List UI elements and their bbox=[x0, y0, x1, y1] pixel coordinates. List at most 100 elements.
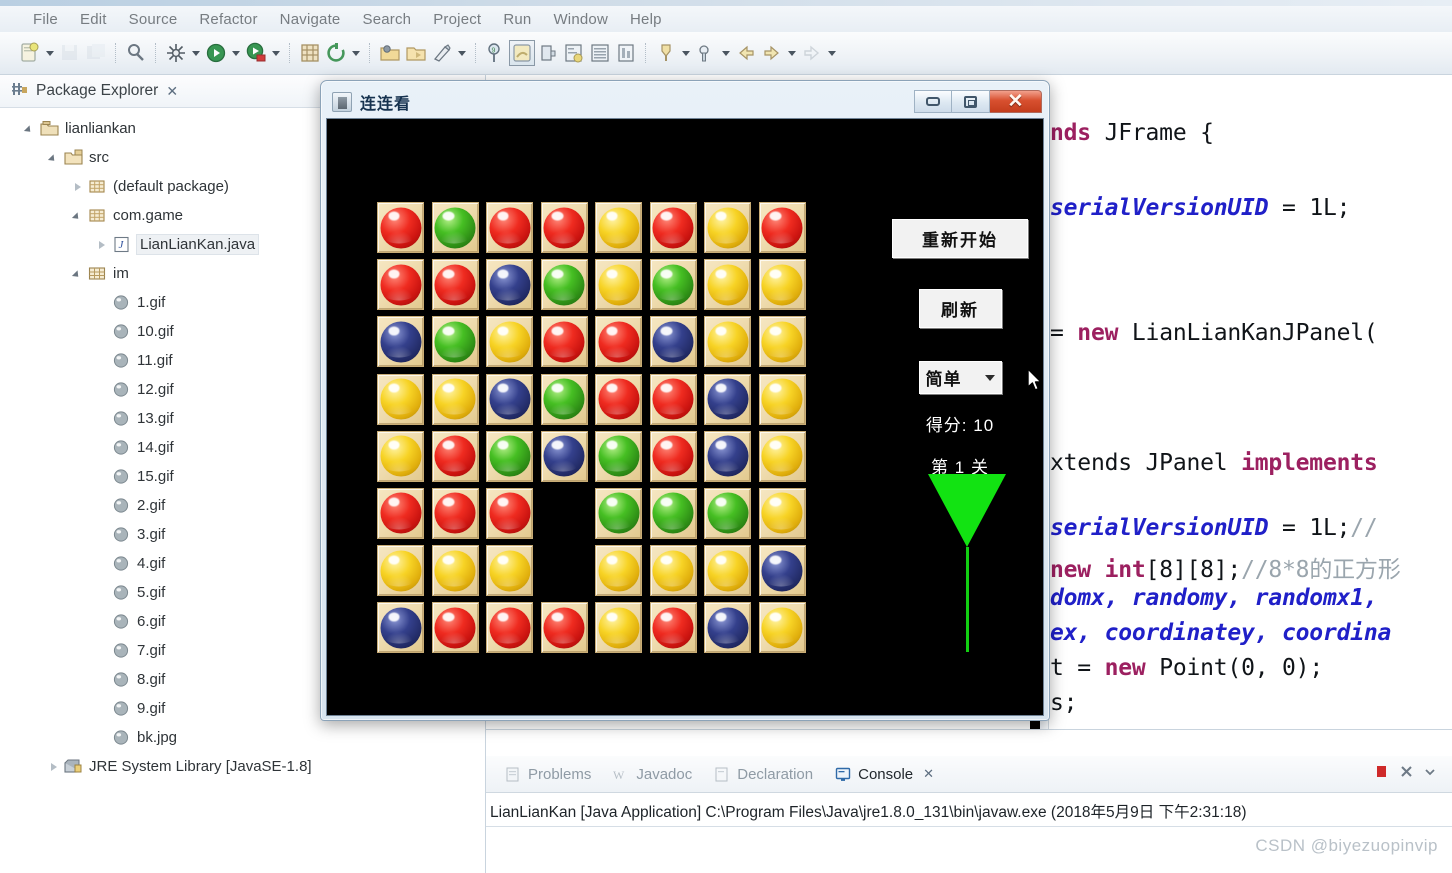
board-cell[interactable] bbox=[647, 371, 702, 428]
last-edit-location-icon[interactable] bbox=[430, 41, 454, 65]
board-cell[interactable] bbox=[538, 199, 593, 256]
board-cell[interactable] bbox=[592, 485, 647, 542]
board-cell[interactable] bbox=[756, 428, 811, 485]
board-cell[interactable] bbox=[374, 199, 429, 256]
board-cell[interactable] bbox=[647, 199, 702, 256]
game-board[interactable] bbox=[374, 199, 810, 657]
run-external-tools-icon[interactable] bbox=[298, 41, 322, 65]
board-cell[interactable] bbox=[374, 313, 429, 370]
board-cell[interactable] bbox=[429, 371, 484, 428]
board-cell[interactable] bbox=[374, 371, 429, 428]
board-cell[interactable] bbox=[756, 542, 811, 599]
board-cell[interactable] bbox=[483, 485, 538, 542]
run-icon[interactable] bbox=[244, 41, 268, 65]
tree-item[interactable]: JRE System Library [JavaSE-1.8] bbox=[0, 752, 485, 781]
board-cell[interactable] bbox=[374, 256, 429, 313]
game-titlebar[interactable]: 连连看 ✕ bbox=[326, 85, 1044, 118]
board-cell[interactable] bbox=[483, 256, 538, 313]
board-cell[interactable] bbox=[429, 599, 484, 656]
open-perspective-icon[interactable] bbox=[536, 41, 560, 65]
next-annotation-dropdown-icon[interactable] bbox=[720, 42, 732, 64]
board-cell[interactable] bbox=[538, 313, 593, 370]
task-view-icon[interactable] bbox=[614, 41, 638, 65]
search-history-dropdown-icon[interactable] bbox=[680, 42, 692, 64]
board-cell[interactable] bbox=[592, 199, 647, 256]
menu-item-help[interactable]: Help bbox=[619, 9, 673, 30]
toggle-mark-occurrences-icon[interactable] bbox=[509, 40, 535, 66]
menu-item-search[interactable]: Search bbox=[351, 9, 422, 30]
game-canvas[interactable]: 重新开始 刷新 简单 得分: 10 第 1 关 bbox=[326, 118, 1044, 716]
quick-access-search-icon[interactable] bbox=[124, 41, 148, 65]
refresh-button[interactable]: 刷新 bbox=[918, 289, 1002, 328]
menu-item-refactor[interactable]: Refactor bbox=[188, 9, 268, 30]
tree-expand-arrow-closed-icon[interactable] bbox=[48, 760, 62, 774]
close-button[interactable]: ✕ bbox=[990, 90, 1042, 113]
board-cell[interactable] bbox=[538, 428, 593, 485]
board-cell[interactable] bbox=[647, 599, 702, 656]
build-dropdown-icon[interactable] bbox=[190, 42, 202, 64]
lianliankan-game-window[interactable]: 连连看 ✕ 重新开始 刷新 简单 得分: 10 第 1 关 bbox=[320, 80, 1050, 721]
outline-view-icon[interactable] bbox=[588, 41, 612, 65]
board-cell[interactable] bbox=[701, 428, 756, 485]
board-cell[interactable] bbox=[701, 371, 756, 428]
board-cell[interactable] bbox=[483, 428, 538, 485]
board-cell[interactable] bbox=[374, 599, 429, 656]
board-cell[interactable] bbox=[647, 485, 702, 542]
tree-expand-arrow-open-icon[interactable] bbox=[72, 209, 86, 223]
board-cell[interactable] bbox=[647, 542, 702, 599]
debug-icon[interactable] bbox=[204, 41, 228, 65]
board-cell[interactable] bbox=[429, 313, 484, 370]
forward-nav-dropdown-icon[interactable] bbox=[826, 42, 838, 64]
board-cell[interactable] bbox=[756, 485, 811, 542]
board-cell[interactable] bbox=[429, 199, 484, 256]
menu-item-project[interactable]: Project bbox=[422, 9, 492, 30]
board-cell[interactable] bbox=[647, 428, 702, 485]
open-resource-icon[interactable] bbox=[404, 41, 428, 65]
board-cell[interactable] bbox=[647, 313, 702, 370]
board-cell[interactable] bbox=[538, 256, 593, 313]
board-cell[interactable] bbox=[374, 428, 429, 485]
board-cell[interactable] bbox=[701, 599, 756, 656]
run-dropdown-icon[interactable] bbox=[270, 42, 282, 64]
menu-item-navigate[interactable]: Navigate bbox=[269, 9, 352, 30]
forward-icon[interactable] bbox=[760, 41, 784, 65]
search-dropdown-icon[interactable] bbox=[350, 42, 362, 64]
board-cell[interactable] bbox=[483, 371, 538, 428]
board-cell[interactable] bbox=[374, 542, 429, 599]
open-type-icon[interactable] bbox=[378, 41, 402, 65]
debug-dropdown-icon[interactable] bbox=[230, 42, 242, 64]
board-cell[interactable] bbox=[592, 599, 647, 656]
board-cell[interactable] bbox=[592, 542, 647, 599]
tree-expand-arrow-closed-icon[interactable] bbox=[96, 238, 110, 252]
menu-item-file[interactable]: File bbox=[22, 9, 69, 30]
board-cell[interactable] bbox=[647, 256, 702, 313]
board-cell[interactable] bbox=[701, 542, 756, 599]
terminate-icon[interactable] bbox=[1374, 764, 1389, 784]
board-cell[interactable] bbox=[429, 256, 484, 313]
back-dropdown-icon[interactable] bbox=[786, 42, 798, 64]
tab-problems[interactable]: Problems bbox=[494, 763, 602, 786]
search-references-icon[interactable] bbox=[324, 41, 348, 65]
tree-item[interactable]: bk.jpg bbox=[0, 723, 485, 752]
close-icon[interactable]: ✕ bbox=[166, 83, 178, 100]
console-tab-bar[interactable]: Problems W Javadoc Declaration Console ✕ bbox=[486, 756, 1452, 793]
chevron-down-icon[interactable] bbox=[984, 374, 995, 381]
restart-button[interactable]: 重新开始 bbox=[892, 219, 1028, 258]
board-cell[interactable] bbox=[483, 313, 538, 370]
board-cell[interactable] bbox=[592, 428, 647, 485]
code-editor[interactable]: nds JFrame {serialVersionUID = 1L; = new … bbox=[1030, 110, 1452, 730]
board-cell[interactable] bbox=[701, 313, 756, 370]
new-wizard-dropdown-icon[interactable] bbox=[44, 42, 56, 64]
tree-expand-arrow-open-icon[interactable] bbox=[24, 122, 38, 136]
board-cell[interactable] bbox=[701, 485, 756, 542]
next-annotation-icon[interactable] bbox=[694, 41, 718, 65]
console-toolbar[interactable] bbox=[1374, 764, 1452, 784]
window-controls[interactable]: ✕ bbox=[914, 90, 1042, 113]
build-icon[interactable] bbox=[164, 41, 188, 65]
menu-item-edit[interactable]: Edit bbox=[69, 9, 118, 30]
board-cell[interactable] bbox=[374, 485, 429, 542]
board-cell[interactable] bbox=[483, 199, 538, 256]
board-cell[interactable] bbox=[538, 371, 593, 428]
board-cell[interactable] bbox=[756, 599, 811, 656]
tab-console[interactable]: Console ✕ bbox=[824, 763, 945, 786]
